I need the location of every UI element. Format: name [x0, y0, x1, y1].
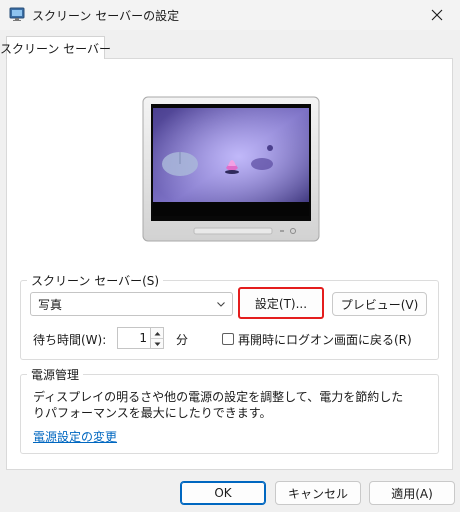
power-settings-link[interactable]: 電源設定の変更 — [33, 428, 117, 445]
cancel-button[interactable]: キャンセル — [275, 481, 361, 505]
tab-screensaver[interactable]: スクリーン セーバー — [0, 36, 111, 59]
screensaver-group-label: スクリーン セーバー(S) — [27, 272, 164, 289]
settings-button[interactable]: 設定(T)... — [238, 287, 324, 319]
title-bar: スクリーン セーバーの設定 — [0, 0, 460, 30]
close-icon — [431, 9, 443, 21]
apply-button[interactable]: 適用(A) — [369, 481, 455, 505]
spin-up-button[interactable] — [151, 328, 163, 339]
resume-logon-label[interactable]: 再開時にログオン画面に戻る(R) — [238, 331, 412, 348]
wait-time-label: 待ち時間(W): — [33, 333, 107, 347]
wait-time-unit: 分 — [176, 333, 189, 347]
power-group-label: 電源管理 — [27, 366, 84, 383]
spin-down-button[interactable] — [151, 339, 163, 349]
monitor-preview — [142, 96, 320, 242]
wait-time-input[interactable]: 1 — [117, 327, 151, 349]
screensaver-app-icon — [9, 7, 25, 21]
chevron-up-icon — [154, 331, 160, 335]
window-title: スクリーン セーバーの設定 — [32, 9, 180, 23]
screensaver-select-value: 写真 — [38, 297, 63, 312]
power-description: ディスプレイの明るさや他の電源の設定を調整して、電力を節約したりパフォーマンスを… — [33, 390, 404, 420]
chevron-down-icon — [217, 302, 225, 307]
ok-button[interactable]: OK — [180, 481, 266, 505]
wait-time-stepper[interactable] — [150, 327, 164, 349]
screensaver-select[interactable]: 写真 — [30, 292, 233, 316]
preview-button[interactable]: プレビュー(V) — [332, 292, 427, 316]
close-button[interactable] — [414, 0, 460, 30]
resume-logon-checkbox[interactable] — [222, 333, 234, 345]
chevron-down-icon — [154, 342, 160, 346]
